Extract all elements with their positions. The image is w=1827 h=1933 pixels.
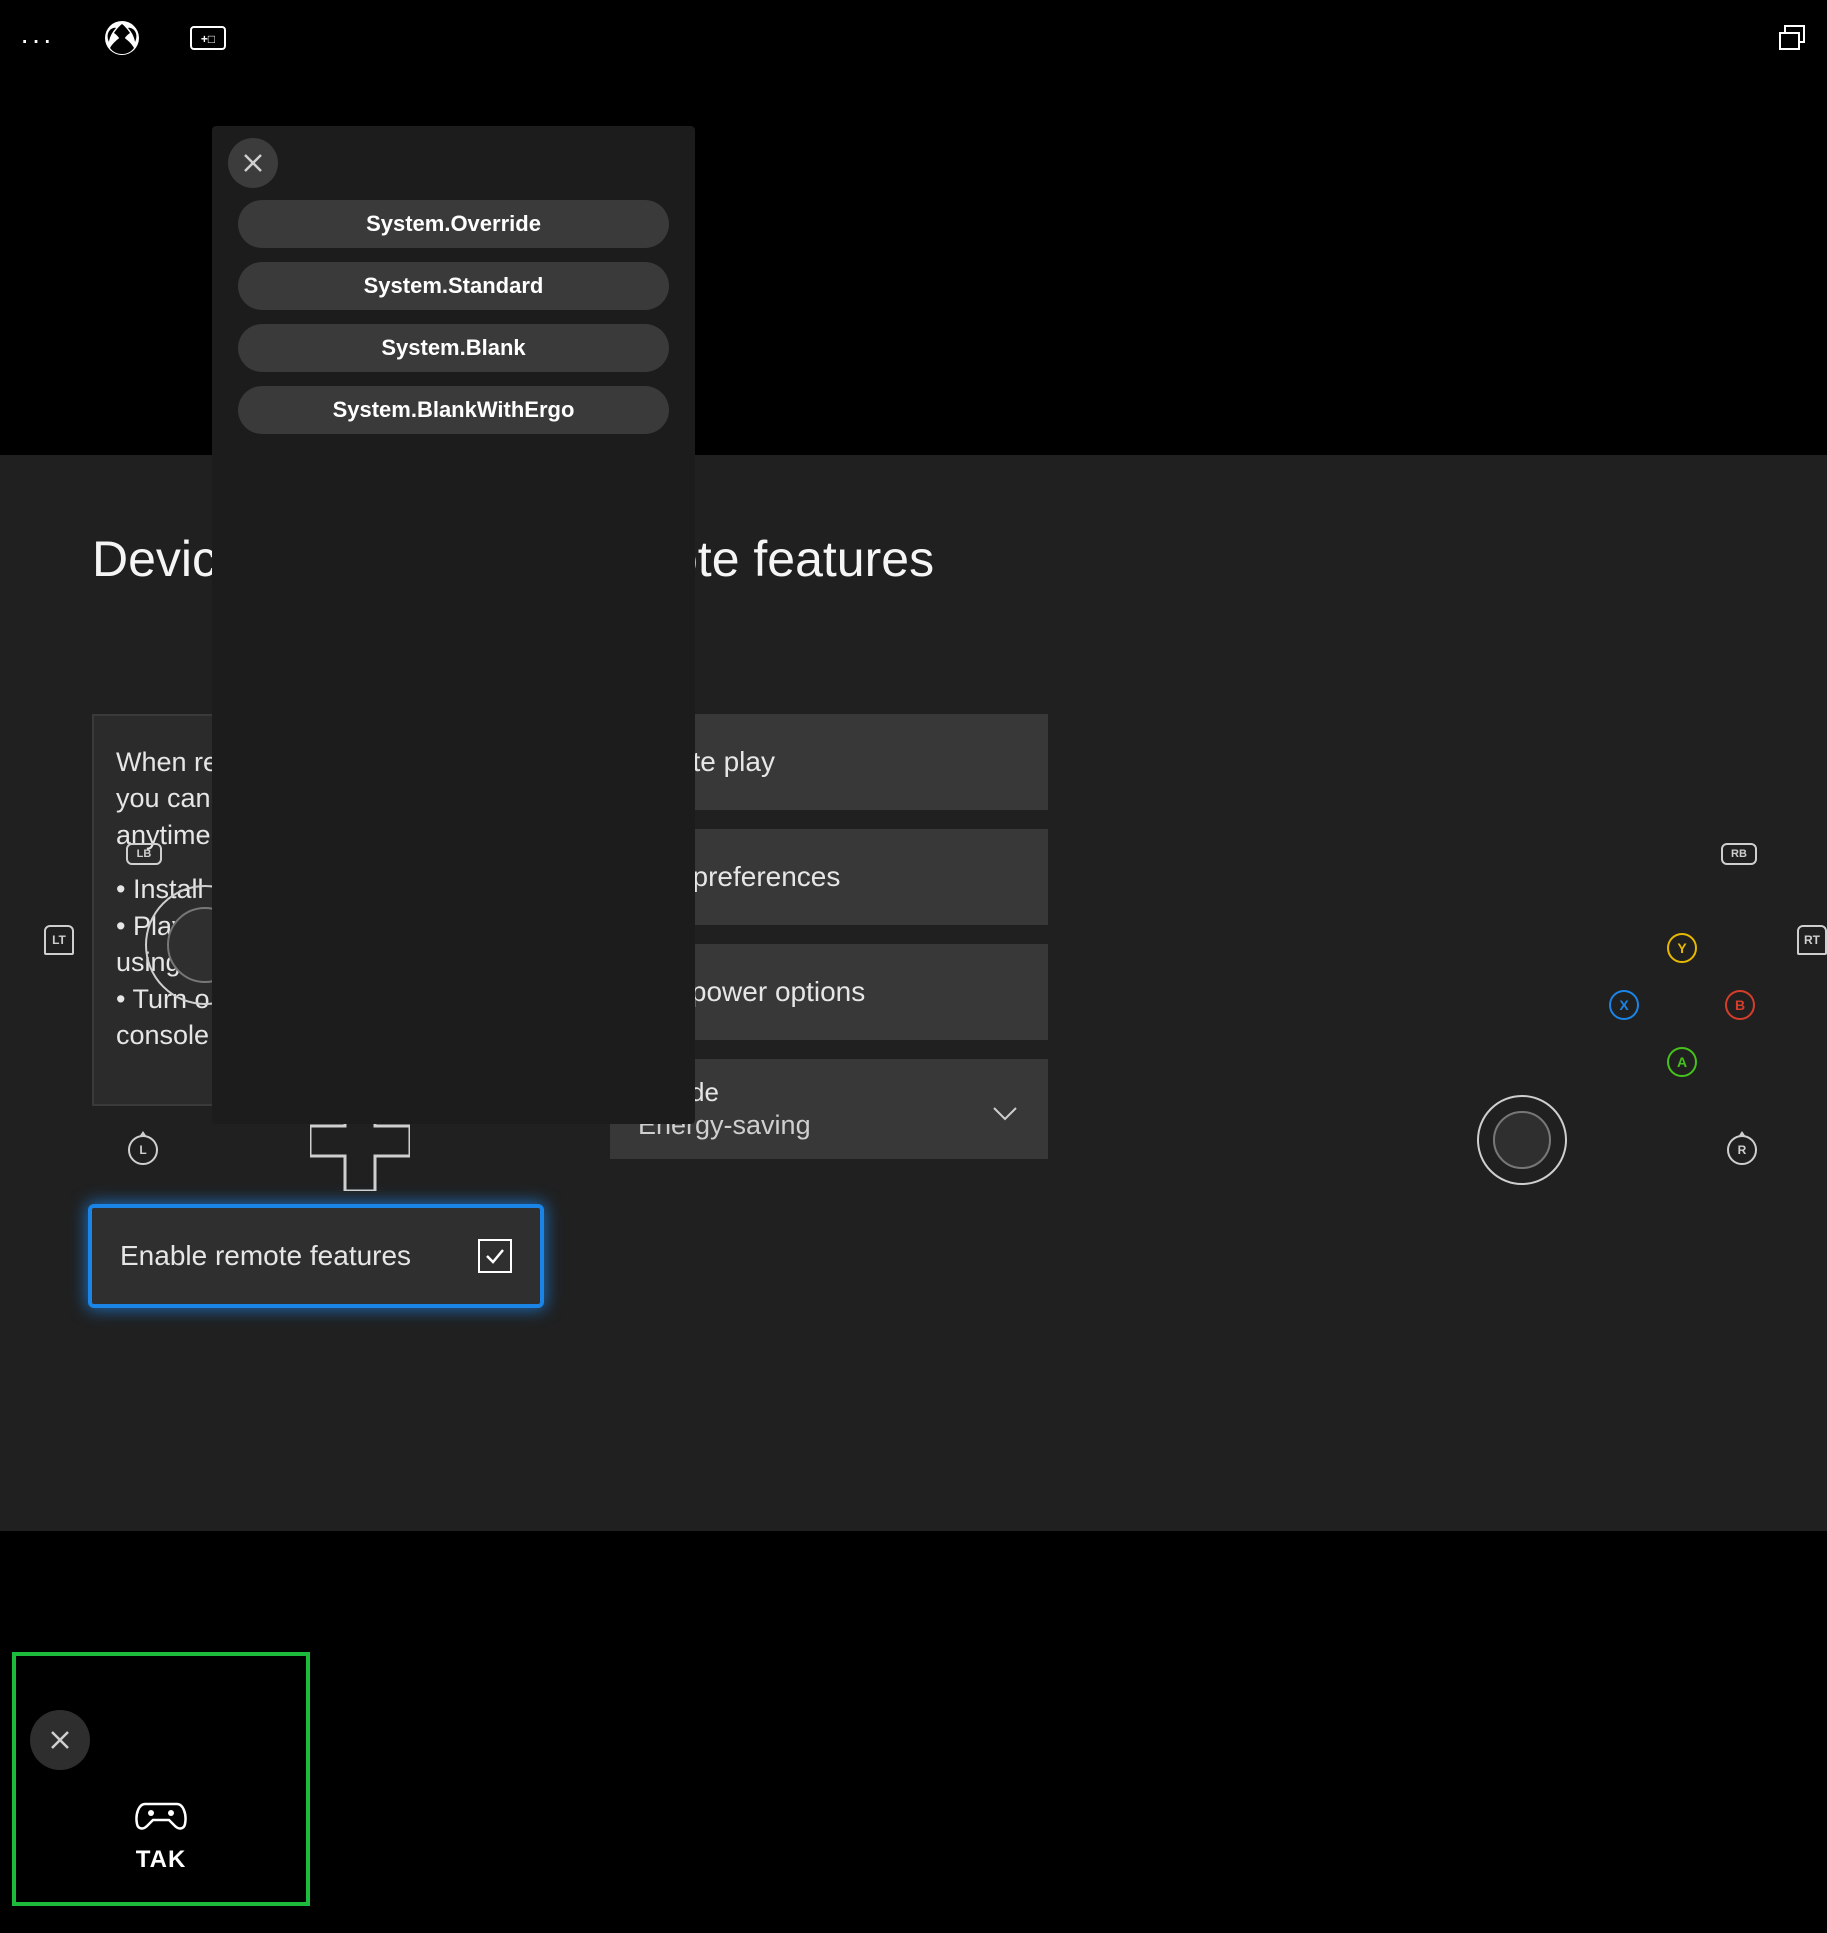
item-label: System.Override: [366, 211, 541, 237]
tak-controller-card[interactable]: TAK: [12, 1652, 310, 1906]
multi-window-icon[interactable]: [1777, 40, 1807, 57]
xbox-logo-icon[interactable]: [104, 20, 140, 61]
close-tak-button[interactable]: [30, 1710, 90, 1770]
rt-trigger-icon: RT: [1797, 925, 1827, 955]
system-layout-list: System.Override System.Standard System.B…: [228, 200, 679, 434]
lt-trigger-icon: LT: [44, 925, 74, 955]
tak-label: TAK: [136, 1846, 187, 1874]
more-menu-button[interactable]: ···: [20, 24, 54, 56]
b-button[interactable]: B: [1725, 990, 1755, 1020]
a-button[interactable]: A: [1667, 1047, 1697, 1077]
svg-text:+□: +□: [201, 32, 215, 46]
item-label: System.Blank: [381, 335, 525, 361]
r-stick-click-icon: R: [1727, 1135, 1757, 1165]
page-title-right-fragment: ote features: [670, 530, 934, 588]
close-icon: [48, 1728, 72, 1752]
y-button[interactable]: Y: [1667, 933, 1697, 963]
info-line: When re: [116, 747, 218, 777]
controller-icon: [135, 1796, 187, 1837]
system-layout-item[interactable]: System.Override: [238, 200, 669, 248]
system-layout-item[interactable]: System.Standard: [238, 262, 669, 310]
stream-status-icon[interactable]: +□: [190, 26, 226, 55]
x-button[interactable]: X: [1609, 990, 1639, 1020]
chevron-down-icon: [992, 1097, 1018, 1129]
item-label: System.BlankWithErgo: [333, 397, 575, 423]
item-label: System.Standard: [364, 273, 544, 299]
close-icon: [242, 152, 264, 174]
rb-bumper-icon: RB: [1721, 843, 1757, 865]
system-layout-panel: System.Override System.Standard System.B…: [212, 126, 695, 1124]
system-layout-item[interactable]: System.BlankWithErgo: [238, 386, 669, 434]
top-bar: ··· +□: [0, 0, 1827, 80]
close-panel-button[interactable]: [228, 138, 278, 188]
enable-remote-features-checkbox[interactable]: Enable remote features: [88, 1204, 544, 1308]
l-stick-click-icon: L: [128, 1135, 158, 1165]
option-label: r mode: [638, 1077, 1020, 1108]
right-analog-stick[interactable]: [1477, 1095, 1567, 1185]
info-bullet: console: [116, 1020, 209, 1050]
page-title-left-fragment: Devic: [92, 530, 217, 588]
checkbox-label: Enable remote features: [120, 1240, 411, 1272]
checkbox-box: [478, 1239, 512, 1273]
option-value: Energy-saving: [638, 1110, 1020, 1141]
system-layout-item[interactable]: System.Blank: [238, 324, 669, 372]
info-line: you can: [116, 783, 211, 813]
checkmark-icon: [483, 1244, 507, 1268]
lb-bumper-icon: LB: [126, 843, 162, 865]
